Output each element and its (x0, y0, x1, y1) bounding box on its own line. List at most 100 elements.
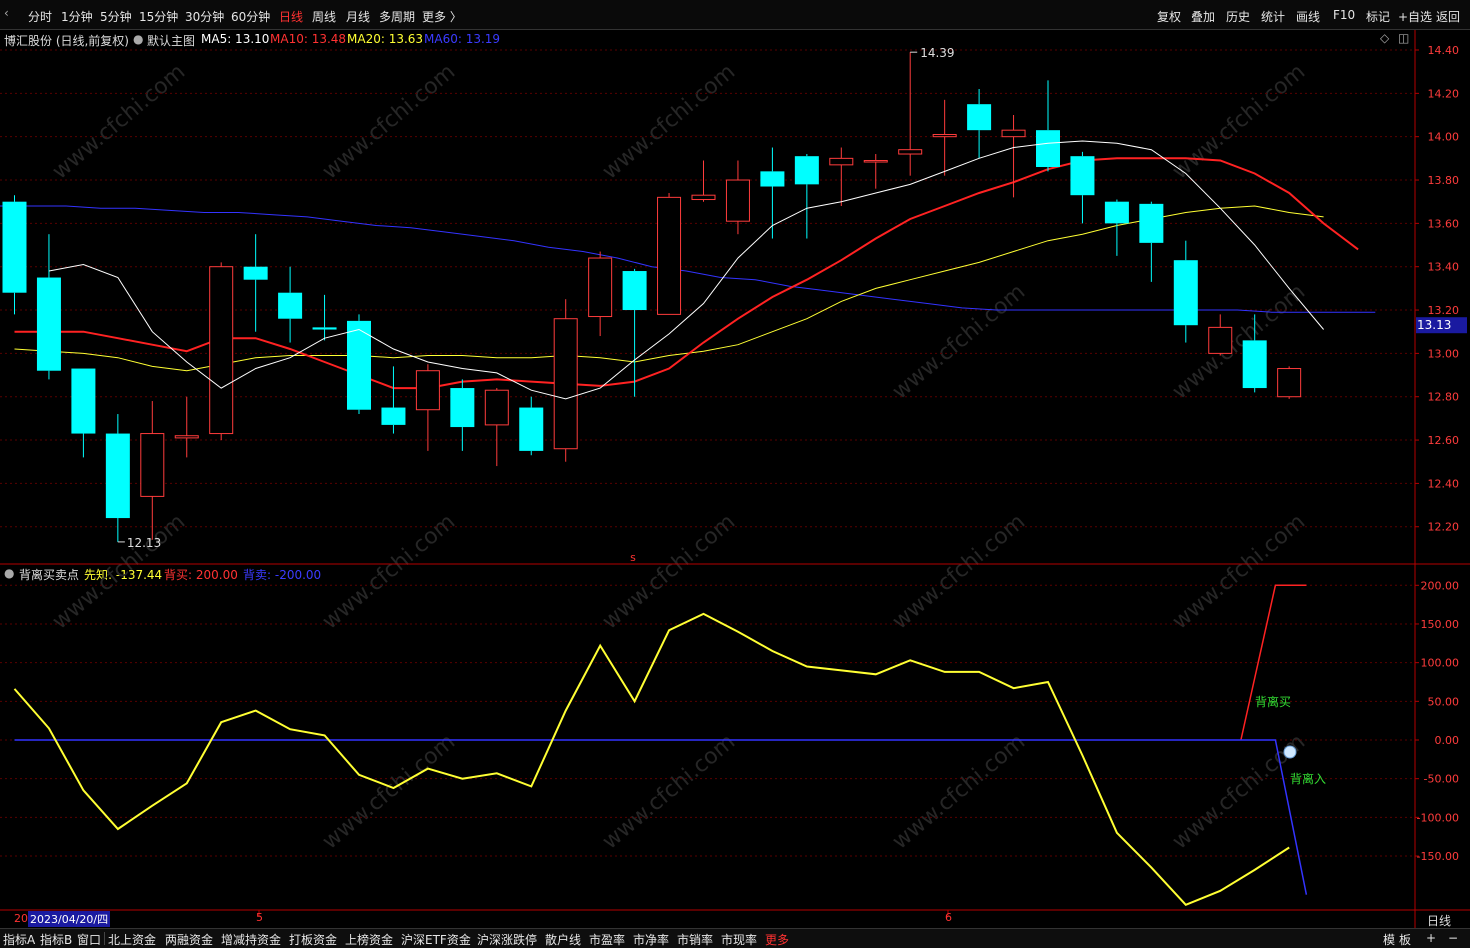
candle-body (381, 407, 406, 425)
candle[interactable] (588, 251, 613, 337)
period-5min[interactable]: 5分钟 (100, 8, 132, 25)
candle[interactable] (312, 294, 337, 341)
xianzhi-line (13, 612, 1290, 906)
tab-holding-change[interactable]: 增减持资金 (221, 931, 281, 948)
month-6-label: 6 (945, 911, 952, 924)
candle[interactable] (519, 396, 544, 456)
candle[interactable] (484, 388, 509, 467)
candle-body (1173, 260, 1198, 326)
candle-body (450, 388, 475, 428)
zoom-in-button[interactable]: + (1426, 931, 1436, 945)
candle[interactable] (1208, 314, 1233, 356)
f10-button[interactable]: F10 (1333, 8, 1355, 22)
candle[interactable] (105, 414, 130, 542)
zoom-out-button[interactable]: − (1448, 931, 1458, 945)
candle[interactable] (174, 396, 199, 458)
mark-button[interactable]: 标记 (1366, 8, 1390, 25)
candle[interactable] (863, 154, 888, 189)
candle[interactable] (36, 234, 61, 380)
tab-indicator-b[interactable]: 指标B (40, 931, 72, 948)
candle[interactable] (691, 160, 716, 202)
tab-more[interactable]: 更多 (765, 931, 789, 948)
tab-ps[interactable]: 市销率 (677, 931, 713, 948)
period-weekly[interactable]: 周线 (312, 8, 336, 25)
candle-body (691, 194, 716, 201)
indicator-tick-label: 150.00 (1421, 618, 1460, 631)
period-fenshi[interactable]: 分时 (28, 8, 52, 25)
cursor-date: 2023/04/20/四 (28, 911, 111, 927)
candle-body (519, 407, 544, 451)
candle-body (657, 196, 682, 315)
period-monthly[interactable]: 月线 (346, 8, 370, 25)
candle[interactable] (243, 234, 268, 332)
price-tick-label: 12.20 (1428, 521, 1460, 534)
signal-bubble-icon (1283, 745, 1297, 759)
candle[interactable] (2, 195, 27, 315)
candle[interactable] (760, 147, 785, 239)
price-tick-label: 13.00 (1428, 347, 1460, 360)
period-30min[interactable]: 30分钟 (185, 8, 224, 25)
candle[interactable] (278, 266, 303, 343)
stats-button[interactable]: 统计 (1261, 8, 1285, 25)
candle[interactable] (140, 401, 165, 540)
candle-body (725, 179, 750, 222)
tab-etf-funds[interactable]: 沪深ETF资金 (401, 931, 471, 948)
candle[interactable] (794, 154, 819, 239)
candle[interactable] (657, 193, 682, 315)
candle[interactable] (1139, 201, 1164, 282)
board-button[interactable]: 板 (1399, 931, 1411, 948)
price-tick-label: 13.20 (1428, 304, 1460, 317)
indicator-tick-label: -150.00 (1417, 850, 1459, 863)
candle[interactable] (1036, 80, 1060, 172)
history-button[interactable]: 历史 (1226, 8, 1250, 25)
candle[interactable] (1070, 151, 1095, 224)
tab-northbound[interactable]: 北上资金 (108, 931, 156, 948)
candle-body (622, 271, 647, 311)
add-watchlist-button[interactable]: +自选 (1398, 8, 1432, 25)
period-multi[interactable]: 多周期 (379, 8, 415, 25)
candle[interactable] (71, 368, 96, 458)
candle-body (932, 134, 957, 138)
overlay-button[interactable]: 叠加 (1191, 8, 1215, 25)
candle[interactable] (553, 299, 578, 462)
period-1min[interactable]: 1分钟 (61, 8, 93, 25)
candle-body (967, 104, 992, 131)
return-button[interactable]: 返回 (1436, 8, 1460, 25)
candle-body (36, 277, 61, 371)
candle[interactable] (381, 366, 406, 434)
candle-body (1242, 340, 1267, 389)
tab-billboard-funds[interactable]: 上榜资金 (345, 931, 393, 948)
tab-pcf[interactable]: 市现率 (721, 931, 757, 948)
candle-body (588, 257, 613, 318)
tab-limit-stats[interactable]: 沪深涨跌停 (477, 931, 537, 948)
indicator-tab-bar: 指标A 指标B 窗口 北上资金 两融资金 增减持资金 打板资金 上榜资金 沪深E… (0, 928, 1470, 948)
watermark-text: www.cfchi.com (598, 59, 740, 184)
tab-limit-up-funds[interactable]: 打板资金 (289, 931, 337, 948)
back-arrow-icon[interactable]: ‹ (4, 6, 9, 20)
period-60min[interactable]: 60分钟 (231, 8, 270, 25)
watermark-text: www.cfchi.com (1168, 509, 1310, 634)
tab-window[interactable]: 窗口 (77, 931, 101, 948)
tab-pe[interactable]: 市盈率 (589, 931, 625, 948)
tab-retail-line[interactable]: 散户线 (545, 931, 581, 948)
candle[interactable] (209, 262, 234, 441)
candle[interactable] (415, 364, 440, 451)
template-button[interactable]: 模 (1383, 931, 1395, 948)
candle[interactable] (1173, 240, 1198, 343)
price-tick-label: 14.20 (1428, 87, 1460, 100)
draw-button[interactable]: 画线 (1296, 8, 1320, 25)
candle[interactable] (898, 52, 923, 176)
fuquan-button[interactable]: 复权 (1157, 8, 1181, 25)
candle-body (760, 171, 785, 187)
candle[interactable] (967, 89, 992, 159)
period-more[interactable]: 更多 〉 (422, 8, 462, 25)
period-daily[interactable]: 日线 (279, 8, 303, 25)
period-15min[interactable]: 15分钟 (139, 8, 178, 25)
tab-pb[interactable]: 市净率 (633, 931, 669, 948)
tab-indicator-a[interactable]: 指标A (3, 931, 35, 948)
candle[interactable] (932, 99, 957, 176)
candle[interactable] (1277, 366, 1302, 399)
candle[interactable] (829, 147, 854, 207)
tab-margin[interactable]: 两融资金 (165, 931, 213, 948)
kline-chart[interactable]: www.cfchi.com www.cfchi.com www.cfchi.com w… (0, 30, 1470, 928)
